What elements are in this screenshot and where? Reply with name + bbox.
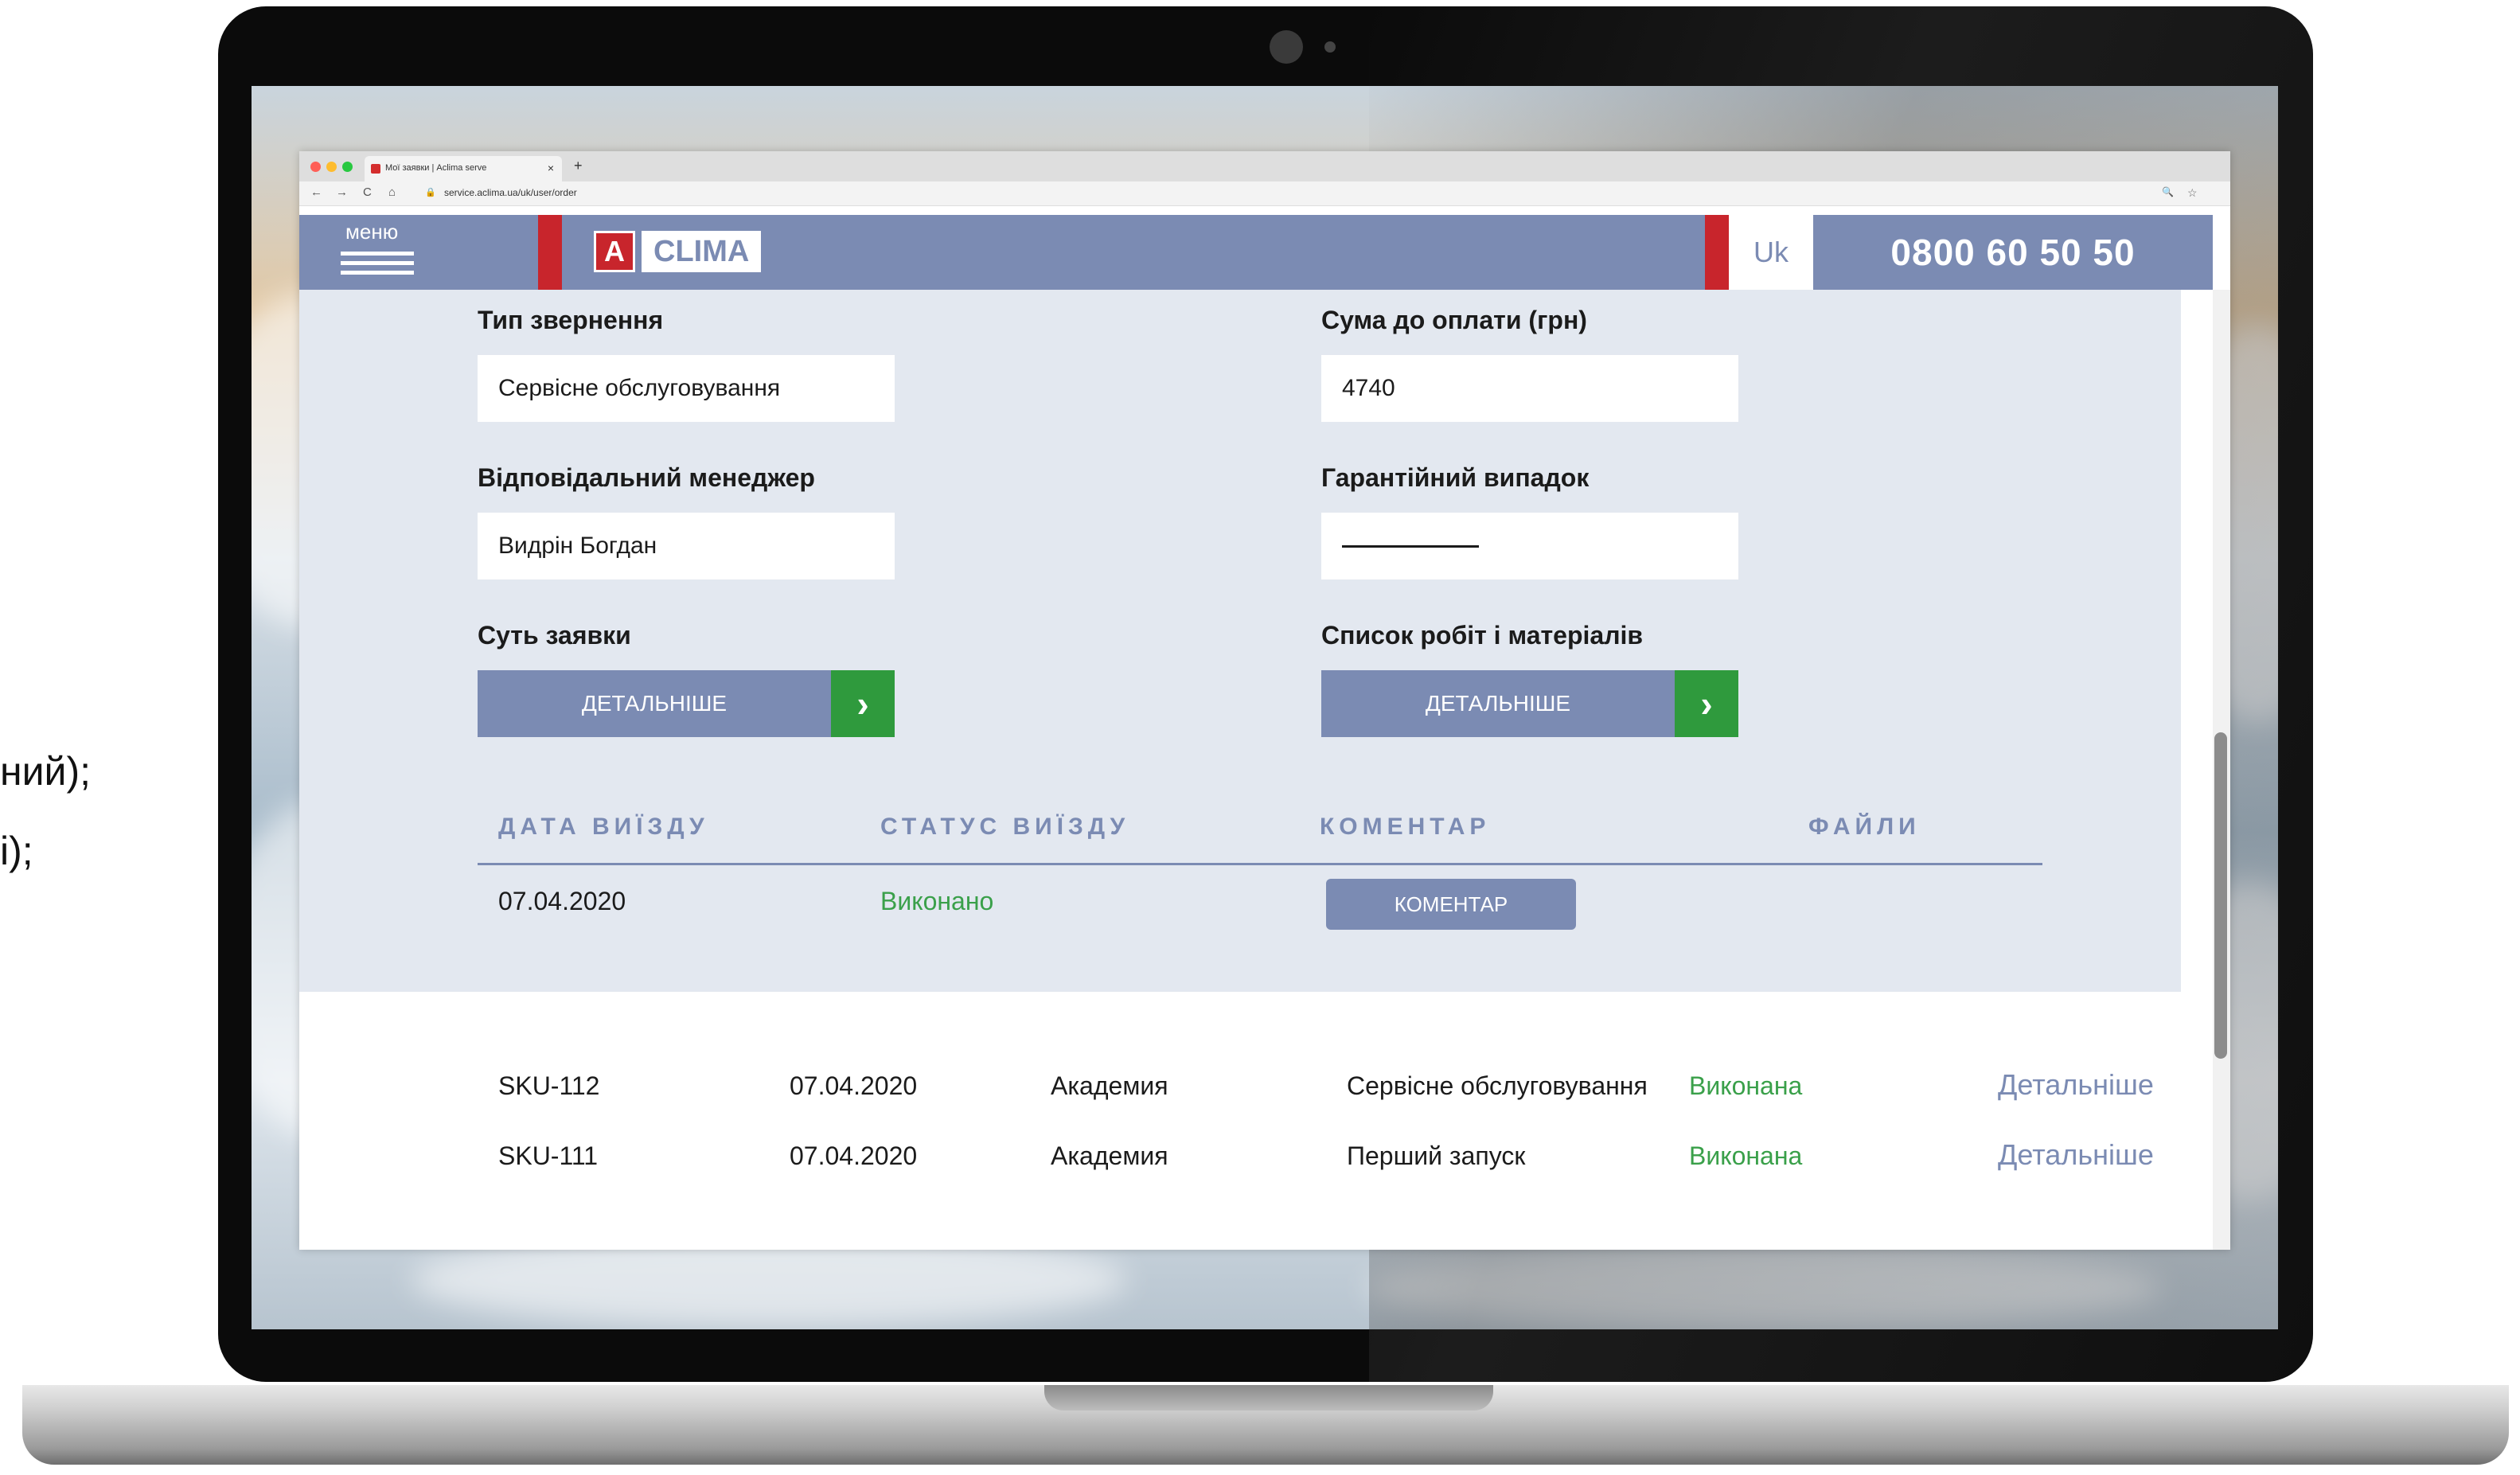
logo-wordmark: CLIMA [642,231,762,272]
address-bar: ← → C ⌂ 🔒 service.aclima.ua/uk/user/orde… [299,181,2230,206]
order-date: 07.04.2020 [790,1071,918,1100]
side-text-line-1: ний); [0,749,92,794]
tab-title: Мої заявки | Aclima serve [385,163,487,173]
url-field[interactable]: service.aclima.ua/uk/user/order [444,187,577,198]
maximize-window-button[interactable] [342,162,353,172]
works-details-button[interactable]: ДЕТАЛЬНІШЕ › [1321,670,1738,737]
site-header: меню A CLIMA Uk 0800 60 50 50 [299,215,2213,290]
works-label: Список робіт і матеріалів [1321,621,1644,650]
essence-details-button[interactable]: ДЕТАЛЬНІШЕ › [478,670,895,737]
warranty-label: Гарантійний випадок [1321,463,1590,492]
order-details-panel: Тип звернення Сервісне обслуговування Су… [299,290,2181,992]
visit-status-cell: Виконано [880,887,994,915]
comment-button[interactable]: КОМЕНТАР [1326,879,1576,930]
order-type: Сервісне обслуговування [1347,1071,1648,1100]
manager-label: Відповідальний менеджер [478,463,815,492]
forward-icon[interactable]: → [336,185,348,199]
home-icon[interactable]: ⌂ [388,185,396,199]
warranty-field [1321,513,1738,579]
zoom-icon[interactable]: 🔍 [2162,186,2174,197]
laptop-opening-notch [1044,1385,1493,1411]
header-red-accent-left [538,215,562,290]
order-sku: SKU-112 [498,1071,600,1100]
favicon-icon [371,164,380,174]
minimize-window-button[interactable] [326,162,337,172]
new-tab-button[interactable]: + [574,158,583,174]
camera-indicator [1324,41,1336,53]
chevron-right-icon: › [1675,670,1738,737]
chevron-right-icon: › [831,670,895,737]
tab-close-icon[interactable]: × [548,162,554,174]
bookmark-star-icon[interactable]: ☆ [2187,186,2198,200]
essence-details-button-label: ДЕТАЛЬНІШЕ [581,691,728,716]
visit-date-cell: 07.04.2020 [498,887,626,915]
visit-status-header: СТАТУС ВИЇЗДУ [880,814,1130,840]
order-location: Академия [1051,1141,1168,1170]
phone-number[interactable]: 0800 60 50 50 [1813,215,2213,290]
appeal-type-label: Тип звернення [478,306,664,334]
visit-date-header: ДАТА ВИЇЗДУ [498,814,709,840]
table-header-divider [478,863,2042,865]
works-details-button-label: ДЕТАЛЬНІШЕ [1425,691,1571,716]
header-red-accent-right [1705,215,1729,290]
amount-field: 4740 [1321,355,1738,422]
empty-value-dash [1342,544,1479,548]
menu-label[interactable]: меню [345,220,398,244]
order-row: SKU-112 07.04.2020 Академия Сервісне обс… [299,1063,2213,1111]
camera-icon [1270,30,1303,64]
visit-files-header: ФАЙЛИ [1808,814,1921,840]
hamburger-menu-icon[interactable] [341,252,414,279]
order-sku: SKU-111 [498,1141,599,1170]
amount-label: Сума до оплати (грн) [1321,306,1587,334]
order-type: Перший запуск [1347,1141,1526,1170]
order-row: SKU-111 07.04.2020 Академия Перший запус… [299,1134,2213,1181]
order-date: 07.04.2020 [790,1141,918,1170]
browser-tab[interactable]: Мої заявки | Aclima serve × [365,156,562,181]
aclima-logo[interactable]: A CLIMA [594,231,762,272]
logo-mark: A [594,231,635,272]
essence-label: Суть заявки [478,621,631,650]
manager-field: Видрін Богдан [478,513,895,579]
order-status: Виконана [1689,1141,1803,1170]
appeal-type-field: Сервісне обслуговування [478,355,895,422]
side-text-line-2: і); [0,829,33,873]
close-window-button[interactable] [310,162,321,172]
visit-comment-header: КОМЕНТАР [1320,814,1491,840]
scrollbar-thumb[interactable] [2214,732,2227,1059]
order-details-link[interactable]: Детальніше [1998,1138,2154,1172]
order-details-link[interactable]: Детальніше [1998,1068,2154,1102]
reload-icon[interactable]: C [363,185,372,199]
lock-icon: 🔒 [425,188,436,197]
order-status: Виконана [1689,1071,1803,1100]
back-icon[interactable]: ← [310,185,322,199]
browser-window: Мої заявки | Aclima serve × + ← → C ⌂ 🔒 … [299,151,2230,1250]
browser-tab-bar: Мої заявки | Aclima serve × + [299,151,2230,181]
order-location: Академия [1051,1071,1168,1100]
language-switcher[interactable]: Uk [1729,215,1813,290]
